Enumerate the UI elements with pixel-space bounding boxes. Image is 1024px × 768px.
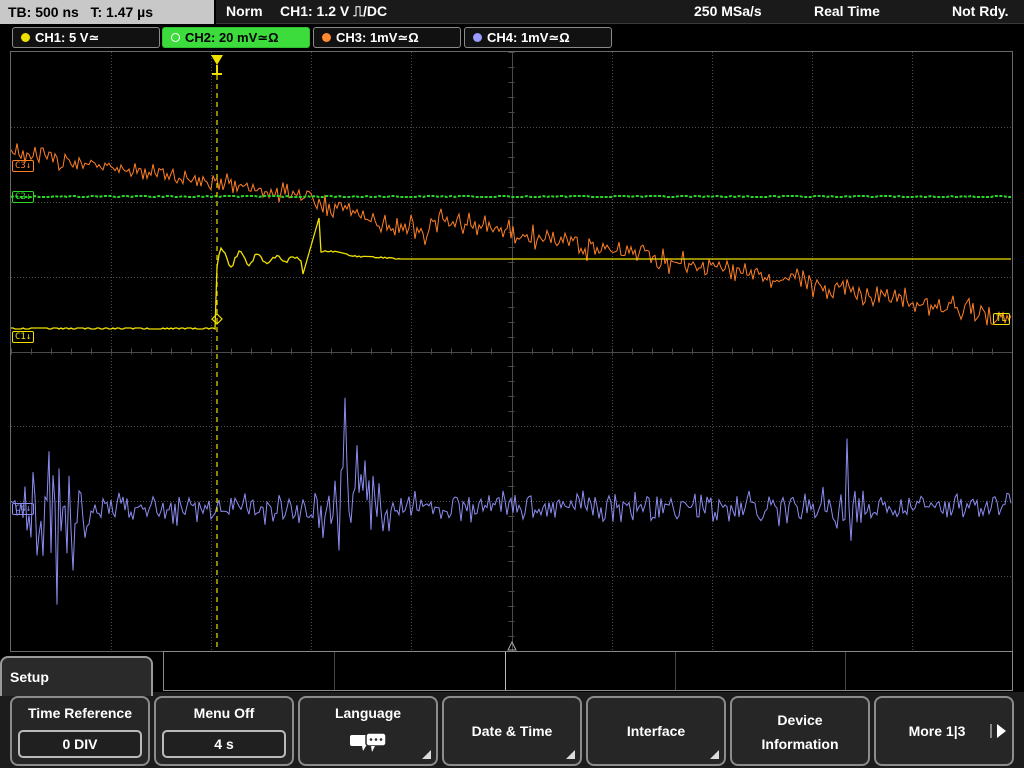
ch1-color-dot [21,33,30,42]
time-reference-value: 0 DIV [18,730,142,758]
device-information-label-line1: Device [777,712,823,728]
date-time-softkey[interactable]: Date & Time [442,696,582,766]
overview-strip [163,651,1013,691]
more-softkey[interactable]: More 1|3 [874,696,1014,766]
submenu-corner-icon [710,750,719,759]
time-reference-softkey[interactable]: Time Reference 0 DIV [10,696,150,766]
channel-tab-ch3[interactable]: CH3: 1mV≃Ω [313,27,461,48]
ch2-color-dot [171,33,180,42]
trigger-mode: Norm [226,3,263,19]
acquisition-mode: Real Time [814,3,880,19]
ch2-label: CH2: 20 mV≃Ω [185,30,279,45]
channel-tab-ch4[interactable]: CH4: 1mV≃Ω [464,27,612,48]
menu-off-label: Menu Off [193,705,255,721]
channel-tab-ch2[interactable]: CH2: 20 mV≃Ω [162,27,310,48]
waveform-plot [11,52,1012,651]
menu-off-value: 4 s [162,730,286,758]
ch4-label: CH4: 1mV≃Ω [487,30,570,45]
arrow-right-icon [997,724,1006,738]
timebase-box[interactable]: TB: 500 ns T: 1.47 µs [0,0,214,24]
menu-off-softkey[interactable]: Menu Off 4 s [154,696,294,766]
menu-title: Setup [10,669,49,685]
graticule-grid [11,52,1012,651]
ch1-label: CH1: 5 V≃ [35,30,100,45]
menu-tab-setup: Setup [0,656,153,696]
more-separator [990,724,992,738]
ch4-color-dot [473,33,482,42]
time-reference-label: Time Reference [27,705,132,721]
ch3-ground-marker[interactable]: C3↓ [12,160,35,172]
date-time-label: Date & Time [471,723,553,739]
language-softkey[interactable]: Language [298,696,438,766]
ch1-ground-marker[interactable]: C1↓ [12,331,35,343]
status-bar: TB: 500 ns T: 1.47 µs Norm CH1: 1.2 V ⎍/… [0,0,1024,24]
trigger-time-label: T: 1.47 µs [90,4,154,20]
submenu-corner-icon [566,750,575,759]
acquisition-state: Not Rdy. [952,3,1009,19]
sample-rate: 250 MSa/s [694,3,762,19]
device-information-label-line2: Information [761,736,839,752]
language-label: Language [334,705,402,721]
ch4-ground-marker[interactable]: C4↓ [12,503,35,515]
ch3-color-dot [322,33,331,42]
submenu-corner-icon [422,750,431,759]
speech-bubbles-icon [348,730,390,757]
trigger-status[interactable]: Norm CH1: 1.2 V ⎍/DC 250 MSa/s Real Time… [216,0,1024,24]
trigger-source-info: CH1: 1.2 V ⎍/DC [280,3,388,19]
ch3-waveform [11,143,1012,326]
trigger-position-marker [211,55,223,75]
interface-label: Interface [626,723,686,739]
trigger-level-marker[interactable]: TL [993,313,1010,325]
ch3-label: CH3: 1mV≃Ω [336,30,419,45]
ch2-ground-marker[interactable]: C2↓ [12,191,35,203]
waveform-display[interactable]: C1↓ C2↓ C3↓ C4↓ TL [10,51,1013,652]
channel-tab-ch1[interactable]: CH1: 5 V≃ [12,27,160,48]
ch2-waveform [11,194,1011,199]
interface-softkey[interactable]: Interface [586,696,726,766]
device-information-softkey[interactable]: Device Information [730,696,870,766]
timebase-label: TB: 500 ns [8,4,79,20]
